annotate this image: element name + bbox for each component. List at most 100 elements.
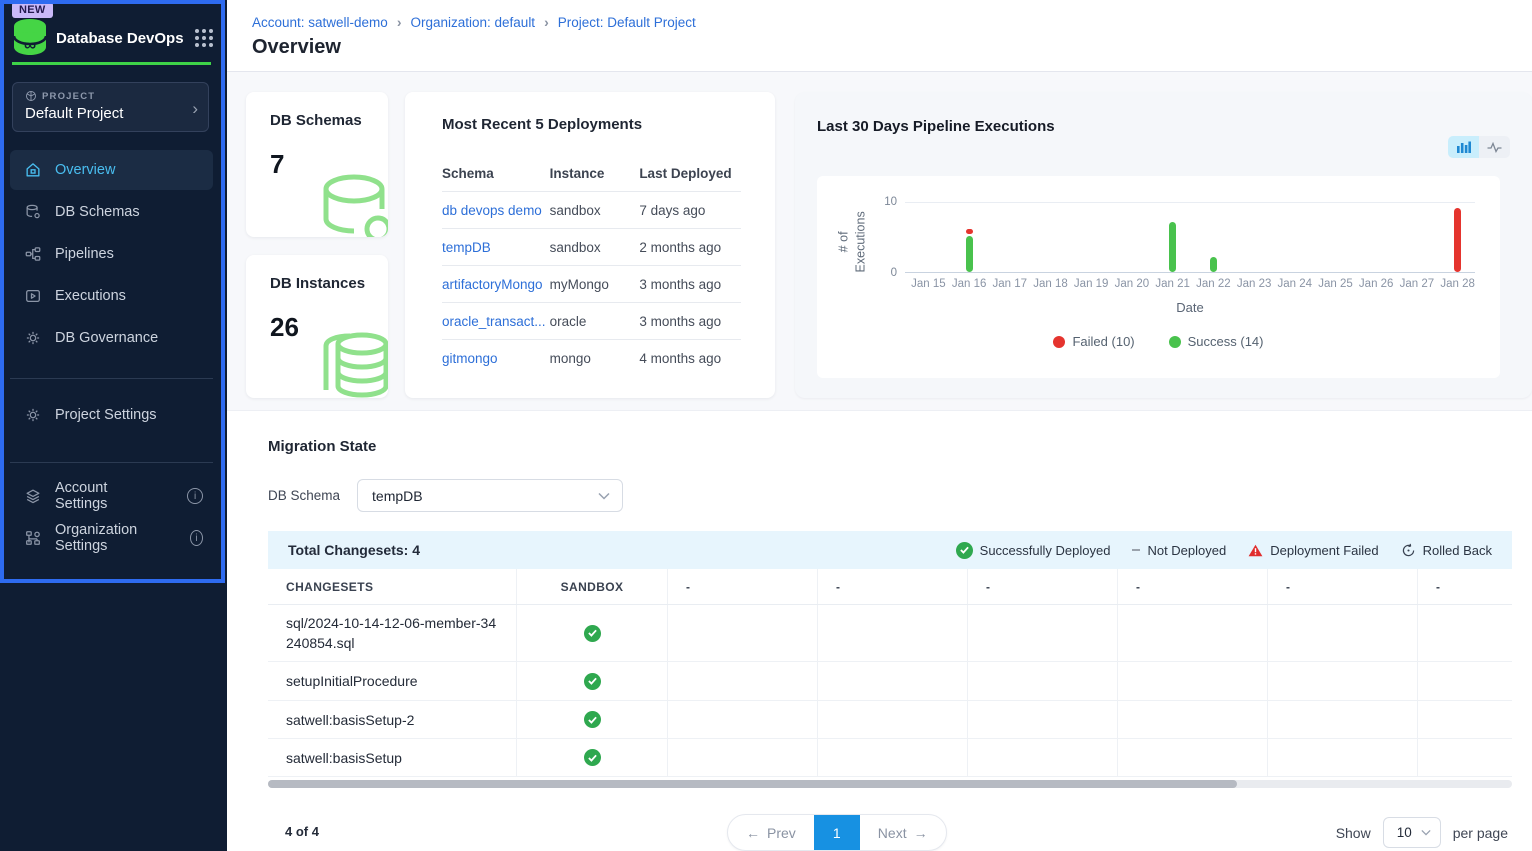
table-header-row: Schema Instance Last Deployed: [442, 155, 741, 192]
sidebar-item-pipelines[interactable]: Pipelines: [10, 234, 213, 274]
column-header: Schema: [442, 166, 550, 181]
chart-plot-area: [905, 202, 1475, 273]
column-header-empty: -: [1418, 569, 1512, 604]
db-schemas-card: DB Schemas 7: [246, 92, 388, 237]
breadcrumb-account-link[interactable]: Account: satwell-demo: [252, 15, 388, 30]
database-icon: [316, 169, 388, 237]
svg-text:∞: ∞: [24, 36, 36, 55]
per-page-label: per page: [1453, 825, 1508, 841]
last-deployed-cell: 3 months ago: [639, 314, 721, 329]
schema-link[interactable]: db devops demo: [442, 203, 542, 218]
sidebar-item-executions[interactable]: Executions: [10, 276, 213, 316]
sidebar-item-organization-settings[interactable]: Organization Settings i: [10, 518, 213, 558]
chevron-right-icon: ›: [192, 99, 198, 119]
pipeline-executions-card: Last 30 Days Pipeline Executions # of Ex…: [795, 92, 1532, 398]
row-count: 4 of 4: [285, 824, 319, 839]
instance-cell: mongo: [550, 351, 591, 366]
gear-icon: [24, 406, 42, 424]
chart-type-toggle: [1448, 136, 1510, 158]
info-icon[interactable]: i: [187, 488, 203, 504]
prev-page-button[interactable]: ← Prev: [728, 815, 814, 850]
failed-bar: [966, 229, 973, 234]
sidebar-item-label: Overview: [55, 162, 115, 178]
db-schema-label: DB Schema: [268, 488, 340, 503]
y-axis-title: # of Executions: [835, 194, 871, 290]
legend-not-deployed: Not Deployed: [1132, 543, 1226, 558]
sidebar: NEW ∞ Database DevOps PROJECT Default Pr…: [0, 0, 227, 851]
column-header-empty: -: [1268, 569, 1418, 604]
sidebar-tertiary-nav: Account Settings i Organization Settings…: [10, 476, 213, 560]
breadcrumb-organization-link[interactable]: Organization: default: [410, 15, 535, 30]
pagination: ← Prev 1 Next →: [727, 814, 947, 851]
legend-deployment-failed: Deployment Failed: [1248, 543, 1378, 558]
failed-bar: [1454, 208, 1461, 272]
sidebar-item-project-settings[interactable]: Project Settings: [10, 395, 213, 435]
info-icon[interactable]: i: [190, 530, 203, 546]
instance-cell: sandbox: [550, 203, 601, 218]
arrow-right-icon: →: [914, 825, 928, 841]
horizontal-scrollbar-track[interactable]: [268, 780, 1512, 788]
table-row: setupInitialProcedure: [268, 662, 1512, 701]
org-chart-gear-icon: [24, 529, 42, 547]
page-header: Account: satwell-demo › Organization: de…: [227, 0, 1532, 72]
database-gear-icon: [24, 203, 42, 221]
db-schema-select[interactable]: tempDB: [357, 479, 623, 512]
sidebar-item-label: Executions: [55, 288, 126, 304]
bar-chart-toggle-button[interactable]: [1448, 136, 1479, 158]
success-check-icon: [584, 673, 601, 690]
stat-label: DB Instances: [270, 275, 388, 292]
page-number-button[interactable]: 1: [814, 815, 860, 850]
y-tick-label: 10: [884, 196, 897, 208]
schema-link[interactable]: artifactoryMongo: [442, 277, 543, 292]
chevron-right-icon: ›: [397, 14, 402, 30]
card-title: Most Recent 5 Deployments: [442, 116, 741, 133]
sidebar-nav: Overview DB Schemas Pipelines Executions…: [10, 150, 213, 360]
success-check-icon: [584, 711, 601, 728]
changesets-table: Total Changesets: 4 Successfully Deploye…: [268, 531, 1512, 777]
chart-legend: Failed (10) Success (14): [817, 334, 1500, 349]
next-page-button[interactable]: Next →: [860, 815, 946, 850]
legend-dot-success: [1169, 336, 1181, 348]
schema-link[interactable]: gitmongo: [442, 351, 498, 366]
migration-state-section: Migration State DB Schema tempDB Total C…: [227, 410, 1532, 851]
success-bar: [1169, 222, 1176, 272]
schema-link[interactable]: oracle_transact...: [442, 314, 546, 329]
sidebar-item-label: Project Settings: [55, 407, 157, 423]
success-check-icon: [584, 749, 601, 766]
table-title-band: Total Changesets: 4 Successfully Deploye…: [268, 531, 1512, 569]
sidebar-secondary-nav: Project Settings: [10, 395, 213, 437]
project-name: Default Project: [25, 105, 198, 122]
chart-title: Last 30 Days Pipeline Executions: [817, 118, 1055, 135]
table-row: sql/2024-10-14-12-06-member-34240854.sql: [268, 605, 1512, 662]
sidebar-item-account-settings[interactable]: Account Settings i: [10, 476, 213, 516]
per-page-select[interactable]: 10: [1383, 817, 1441, 848]
last-deployed-cell: 3 months ago: [639, 277, 721, 292]
sidebar-header: ∞ Database DevOps: [0, 14, 227, 62]
database-stack-icon: [312, 328, 388, 398]
arrow-left-icon: ←: [746, 825, 760, 841]
breadcrumb-project-link[interactable]: Project: Default Project: [558, 15, 696, 30]
changeset-cell: setupInitialProcedure: [268, 662, 517, 700]
line-chart-toggle-button[interactable]: [1479, 136, 1510, 158]
schema-link[interactable]: tempDB: [442, 240, 491, 255]
line-chart-icon: [1487, 142, 1502, 153]
pipeline-icon: [24, 245, 42, 263]
table-row: artifactoryMongo myMongo 3 months ago: [442, 266, 741, 303]
app-launcher-grid-icon[interactable]: [195, 29, 213, 47]
chevron-right-icon: ›: [544, 14, 549, 30]
horizontal-scrollbar-thumb[interactable]: [268, 780, 1237, 788]
project-cube-icon: [25, 90, 37, 102]
success-bar: [966, 236, 973, 272]
sidebar-item-overview[interactable]: Overview: [10, 150, 213, 190]
project-selector[interactable]: PROJECT Default Project ›: [12, 82, 209, 132]
sidebar-item-label: Organization Settings: [55, 522, 164, 554]
chevron-down-icon: [598, 492, 610, 500]
gear-icon: [24, 329, 42, 347]
app-title: Database DevOps: [56, 30, 195, 47]
table-row: satwell:basisSetup: [268, 739, 1512, 777]
sidebar-item-db-governance[interactable]: DB Governance: [10, 318, 213, 358]
column-header-sandbox: SANDBOX: [517, 569, 668, 604]
instance-cell: sandbox: [550, 240, 601, 255]
page-title: Overview: [252, 36, 341, 59]
sidebar-item-db-schemas[interactable]: DB Schemas: [10, 192, 213, 232]
